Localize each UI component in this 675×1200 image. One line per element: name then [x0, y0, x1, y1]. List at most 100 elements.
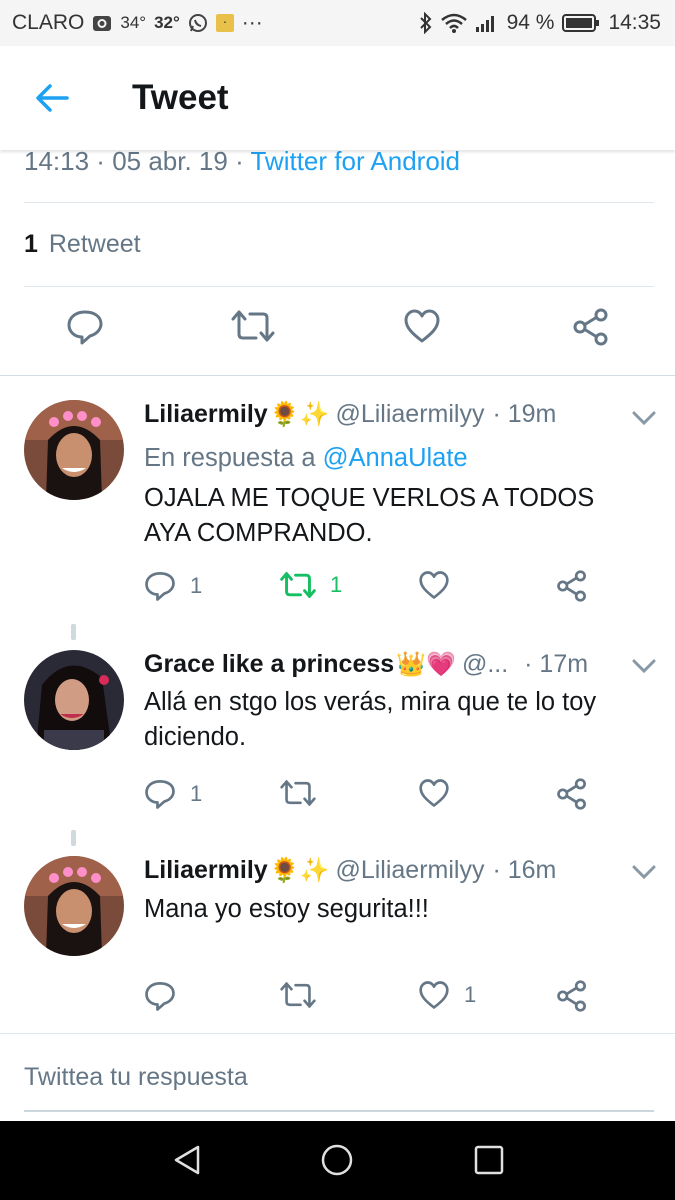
- tweet-time: · 19m: [492, 400, 557, 428]
- battery-percent: 94 %: [506, 11, 555, 34]
- reply-button[interactable]: 1: [144, 778, 202, 810]
- reply-compose-input[interactable]: Twittea tu respuesta: [24, 1063, 248, 1092]
- share-icon: [573, 308, 608, 346]
- avatar[interactable]: [24, 856, 124, 956]
- nav-recents-button[interactable]: [472, 1143, 506, 1182]
- thread-connector: [71, 624, 76, 640]
- nav-home-button[interactable]: [320, 1143, 354, 1182]
- more-notifications-icon: ···: [241, 11, 263, 34]
- like-button[interactable]: [418, 570, 464, 600]
- whatsapp-icon: [188, 13, 208, 33]
- reply-header: Liliaermily 🌻✨ @Liliaermilyy · 16m: [144, 856, 556, 885]
- reply-header: Liliaermily 🌻✨ @Liliaermilyy · 19m: [144, 400, 556, 429]
- share-button[interactable]: [572, 308, 610, 351]
- reply-button[interactable]: 1: [144, 570, 202, 602]
- reply-button[interactable]: [144, 980, 190, 1012]
- back-button[interactable]: [22, 68, 82, 128]
- display-name[interactable]: Liliaermily: [144, 856, 268, 885]
- compose-underline: [24, 1110, 654, 1112]
- share-button[interactable]: [556, 570, 588, 602]
- retweet-stat-count: 1: [24, 230, 38, 258]
- retweet-stats[interactable]: 1 Retweet: [24, 230, 141, 259]
- divider: [0, 1033, 675, 1034]
- temperature-1: 34°: [120, 13, 147, 32]
- retweet-count: 1: [330, 572, 343, 597]
- like-button[interactable]: 1: [418, 980, 476, 1010]
- share-button[interactable]: [556, 980, 588, 1012]
- avatar[interactable]: [24, 400, 124, 500]
- reply-actions: 1: [0, 978, 675, 1018]
- system-nav-bar: [0, 1121, 675, 1200]
- share-icon: [557, 980, 586, 1012]
- tweet-source-link[interactable]: Twitter for Android: [250, 146, 460, 176]
- tweet-time: 14:13: [24, 146, 90, 176]
- reply-button[interactable]: [66, 308, 104, 351]
- square-recents-icon: [474, 1145, 504, 1175]
- username[interactable]: @Liliaermilyy: [335, 400, 484, 429]
- page-title: Tweet: [132, 78, 229, 117]
- retweet-stat-label: Retweet: [48, 230, 141, 258]
- like-button[interactable]: [403, 308, 441, 349]
- name-emoji: 👑💗: [396, 651, 456, 678]
- nav-back-button[interactable]: [170, 1143, 204, 1182]
- chevron-down-icon[interactable]: [630, 656, 658, 676]
- display-name[interactable]: Grace like a princess: [144, 650, 394, 679]
- retweet-icon: [280, 982, 316, 1008]
- reply-actions: 1 1: [0, 568, 675, 608]
- clock: 14:35: [608, 11, 661, 34]
- section-divider: [0, 375, 675, 376]
- triangle-back-icon: [174, 1145, 200, 1175]
- heart-icon: [419, 779, 449, 807]
- divider: [24, 286, 654, 287]
- retweet-button[interactable]: 1: [280, 570, 342, 600]
- mention-link[interactable]: @AnnaUlate: [323, 444, 468, 472]
- like-count: 1: [464, 982, 477, 1007]
- status-bar: CLARO 34° 32° ▪ ··· 94 % 14:35: [0, 0, 675, 46]
- battery-icon: [562, 13, 600, 33]
- avatar[interactable]: [24, 650, 124, 750]
- display-name[interactable]: Liliaermily: [144, 400, 268, 429]
- reply-header: Grace like a princess 👑💗 @... · 17m: [144, 650, 588, 679]
- share-button[interactable]: [556, 778, 588, 810]
- chevron-down-icon[interactable]: [630, 862, 658, 882]
- retweet-button[interactable]: [231, 308, 275, 349]
- heart-icon: [419, 571, 449, 599]
- divider: [24, 202, 654, 203]
- carrier-label: CLARO: [12, 11, 85, 34]
- share-icon: [557, 778, 586, 810]
- tweet-actions: [0, 296, 675, 366]
- retweet-icon: [280, 572, 316, 598]
- camera-icon: [92, 13, 112, 33]
- heart-icon: [419, 981, 449, 1009]
- reply-icon: [145, 572, 175, 601]
- heart-icon: [404, 309, 440, 343]
- tweet-text: Mana yo estoy segurita!!!: [144, 895, 429, 923]
- tweet-time: · 16m: [492, 856, 557, 884]
- username[interactable]: @Liliaermilyy: [335, 856, 484, 885]
- tweet-date: 05 abr. 19: [112, 146, 228, 176]
- thread-connector: [71, 830, 76, 846]
- app-header: Tweet: [0, 46, 675, 150]
- username[interactable]: @...: [462, 650, 508, 679]
- chevron-down-icon[interactable]: [630, 408, 658, 428]
- tweet-text: OJALA ME TOQUE VERLOS A TODOS AYA COMPRA…: [144, 484, 595, 547]
- temperature-2: 32°: [154, 13, 180, 32]
- in-reply-to: En respuesta a @AnnaUlate: [144, 444, 468, 472]
- wifi-icon: [440, 13, 467, 33]
- retweet-button[interactable]: [280, 778, 330, 808]
- tweet-time: · 17m: [524, 650, 589, 678]
- signal-icon: [475, 13, 499, 33]
- share-icon: [557, 570, 586, 602]
- retweet-icon: [280, 780, 316, 806]
- back-arrow-icon: [36, 84, 69, 112]
- like-button[interactable]: [418, 778, 464, 808]
- reply-count: 1: [190, 781, 203, 806]
- reply-count: 1: [190, 573, 203, 598]
- retweet-icon: [231, 310, 275, 342]
- tweet-text: Allá en stgo los verás, mira que te lo t…: [144, 688, 597, 751]
- reply-icon: [145, 780, 175, 809]
- circle-home-icon: [321, 1144, 353, 1176]
- bluetooth-icon: [419, 12, 433, 34]
- retweet-button[interactable]: [280, 980, 330, 1010]
- reply-icon: [67, 310, 103, 345]
